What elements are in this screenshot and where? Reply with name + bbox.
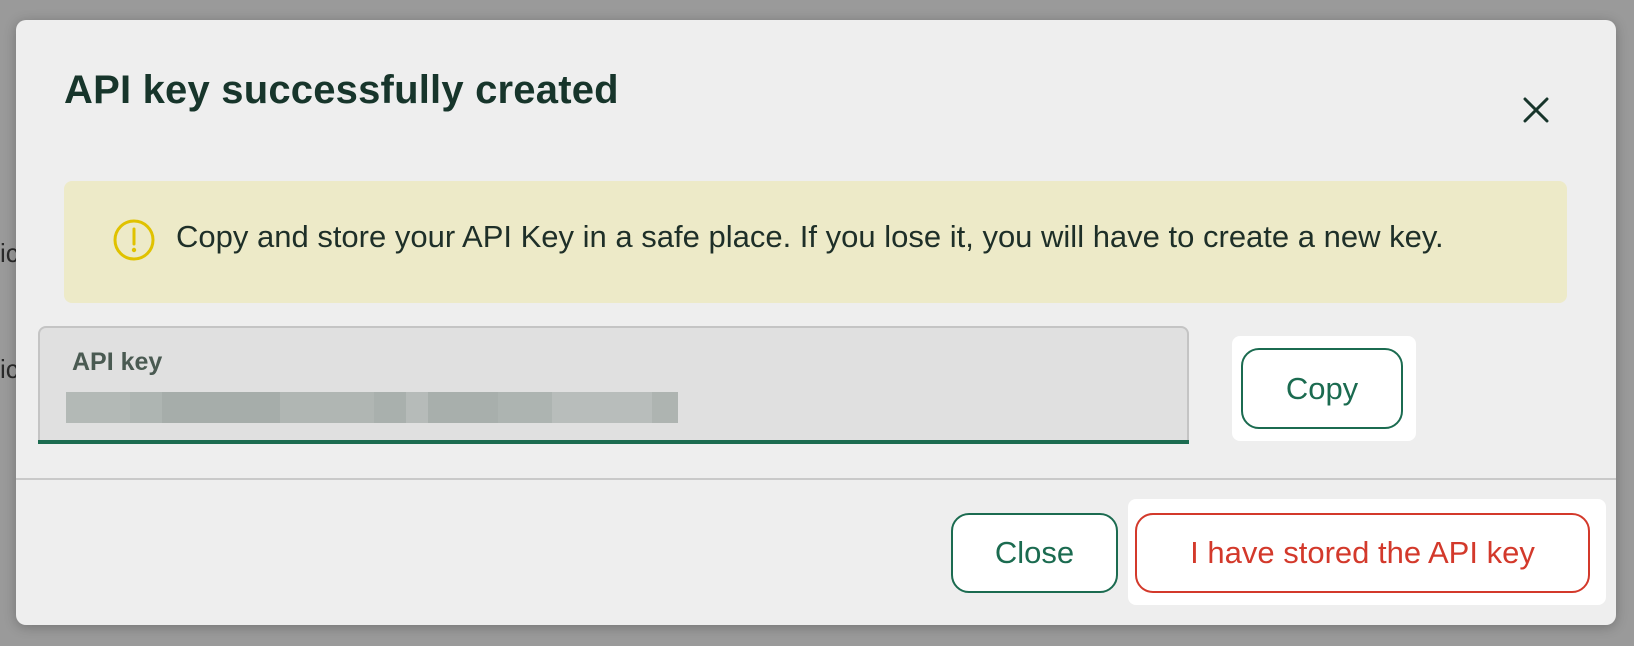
copy-button-highlight: Copy bbox=[1232, 336, 1416, 441]
dialog-title: API key successfully created bbox=[64, 68, 619, 112]
api-key-label: API key bbox=[72, 348, 163, 376]
api-key-field[interactable]: API key bbox=[38, 326, 1189, 444]
exclamation-circle-icon bbox=[112, 218, 156, 262]
api-key-value-obscured bbox=[66, 392, 678, 423]
warning-banner: Copy and store your API Key in a safe pl… bbox=[64, 181, 1567, 303]
confirm-stored-button[interactable]: I have stored the API key bbox=[1135, 513, 1590, 593]
warning-message: Copy and store your API Key in a safe pl… bbox=[176, 219, 1444, 254]
close-icon[interactable] bbox=[1516, 90, 1556, 130]
close-button[interactable]: Close bbox=[951, 513, 1118, 593]
api-key-created-dialog: API key successfully created Copy and st… bbox=[16, 20, 1616, 625]
stored-button-highlight: I have stored the API key bbox=[1128, 499, 1606, 605]
footer-divider bbox=[16, 478, 1616, 480]
copy-button[interactable]: Copy bbox=[1241, 348, 1403, 429]
